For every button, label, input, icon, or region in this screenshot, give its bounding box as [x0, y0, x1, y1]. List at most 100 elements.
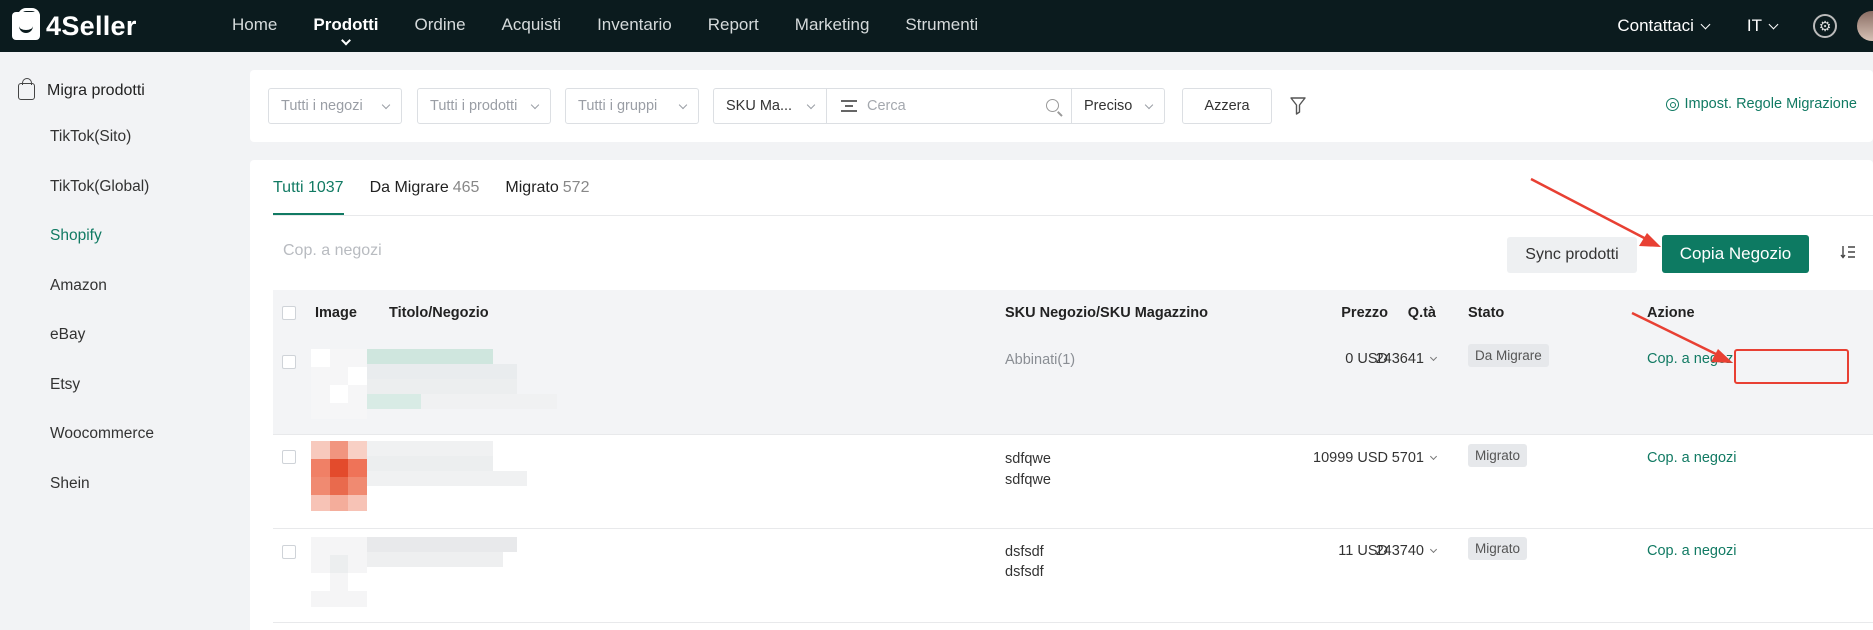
list-search-icon	[841, 100, 857, 112]
search-input[interactable]: Cerca	[826, 88, 1072, 124]
col-title: Titolo/Negozio	[389, 305, 489, 321]
chevron-down-icon	[381, 100, 391, 109]
sidebar-item-etsy[interactable]: Etsy	[0, 360, 234, 410]
sku-warehouse[interactable]: sdfqwe	[1005, 470, 1051, 491]
nav-acquisti[interactable]: Acquisti	[502, 0, 562, 52]
copy-store-button[interactable]: Copia Negozio	[1662, 235, 1809, 273]
chevron-down-icon	[530, 100, 540, 109]
quantity-dropdown[interactable]: 5701	[1336, 450, 1438, 466]
nav-inventario[interactable]: Inventario	[597, 0, 672, 52]
status-badge-label: Migrato	[1468, 537, 1528, 560]
status-badge: Da Migrare	[1468, 344, 1549, 367]
migration-rules-label: Impost. Regole Migrazione	[1684, 96, 1857, 112]
main-nav: Home Prodotti Ordine Acquisti Inventario…	[232, 0, 1014, 52]
match-mode-select[interactable]: Preciso	[1071, 88, 1165, 124]
table-header: Image Titolo/Negozio SKU Negozio/SKU Mag…	[273, 290, 1873, 337]
sidebar-item-shopify[interactable]: Shopify	[0, 211, 234, 261]
tab-da-migrare[interactable]: Da Migrare 465	[370, 160, 480, 215]
sku-warehouse[interactable]: dsfsdf	[1005, 562, 1044, 583]
chevron-down-icon	[1429, 452, 1438, 461]
sidebar-item-ebay[interactable]: eBay	[0, 310, 234, 360]
copy-to-stores-link[interactable]: Cop. a negozi	[1647, 450, 1736, 466]
brand-logo[interactable]: 4Seller	[12, 8, 202, 42]
filter-bar: Tutti i negozi Tutti i prodotti Tutti i …	[250, 70, 1873, 142]
chevron-down-icon	[806, 100, 816, 109]
row-checkbox[interactable]	[282, 355, 296, 369]
sidebar-item-amazon[interactable]: Amazon	[0, 261, 234, 311]
settings-icon	[1665, 97, 1679, 111]
chevron-down-icon	[340, 35, 351, 46]
contact-menu[interactable]: Contattaci	[1617, 16, 1711, 36]
select-all-checkbox[interactable]	[282, 306, 296, 320]
status-tabs: Tutti 1037 Da Migrare 465 Migrato 572	[273, 160, 615, 215]
product-select[interactable]: Tutti i prodotti	[417, 88, 551, 124]
migration-rules-link[interactable]: Impost. Regole Migrazione	[1665, 96, 1857, 112]
product-image[interactable]	[311, 349, 367, 419]
language-menu[interactable]: IT	[1747, 16, 1779, 36]
sku-type-select[interactable]: SKU Ma...	[713, 88, 827, 124]
nav-prodotti-label: Prodotti	[313, 15, 379, 34]
sidebar-header[interactable]: Migra prodotti	[18, 77, 234, 100]
avatar[interactable]	[1857, 11, 1873, 41]
sync-products-button[interactable]: Sync prodotti	[1507, 237, 1637, 273]
reset-button[interactable]: Azzera	[1182, 88, 1272, 124]
group-select[interactable]: Tutti i gruppi	[565, 88, 699, 124]
quantity-value: 5701	[1391, 450, 1424, 466]
tab-migrato[interactable]: Migrato 572	[505, 160, 589, 215]
product-image[interactable]	[311, 537, 367, 607]
sidebar-item-shein[interactable]: Shein	[0, 459, 234, 509]
quantity-dropdown[interactable]: 243740	[1336, 543, 1438, 559]
table-row: Abbinati(1) 0 USD 243641 Da Migrare Cop.…	[273, 337, 1873, 435]
annotation-highlight-box	[1734, 349, 1849, 384]
sidebar-item-woocommerce[interactable]: Woocommerce	[0, 409, 234, 459]
sku-store[interactable]: dsfsdf	[1005, 542, 1044, 563]
bag-icon	[18, 77, 35, 100]
product-title-blurred[interactable]	[367, 441, 557, 501]
nav-report[interactable]: Report	[708, 0, 759, 52]
col-sku: SKU Negozio/SKU Magazzino	[1005, 305, 1209, 321]
column-settings-icon[interactable]	[1840, 245, 1856, 259]
nav-ordine[interactable]: Ordine	[415, 0, 466, 52]
product-image[interactable]	[311, 441, 367, 511]
search-icon[interactable]	[1046, 99, 1059, 112]
row-checkbox[interactable]	[282, 545, 296, 559]
product-title-blurred[interactable]	[367, 537, 557, 597]
top-right-actions: Contattaci IT ⚙	[1617, 0, 1873, 52]
sidebar: Migra prodotti TikTok(Sito) TikTok(Globa…	[0, 52, 234, 630]
col-action: Azione	[1647, 305, 1695, 321]
status-badge: Migrato	[1468, 444, 1528, 467]
tab-tutti[interactable]: Tutti 1037	[273, 160, 344, 215]
gear-icon[interactable]: ⚙	[1813, 14, 1837, 38]
quantity-value: 243641	[1375, 351, 1424, 367]
sku-store[interactable]: sdfqwe	[1005, 449, 1051, 470]
table-row: dsfsdf dsfsdf 11 USD 243740 Migrato Cop.…	[273, 529, 1873, 623]
filter-icon[interactable]	[1290, 97, 1306, 115]
bulk-copy-to-stores-button[interactable]: Cop. a negozi	[283, 242, 382, 260]
tab-migrato-label: Migrato	[505, 179, 559, 196]
nav-home[interactable]: Home	[232, 0, 277, 52]
table-row: sdfqwe sdfqwe 10999 USD 5701 Migrato Cop…	[273, 435, 1873, 529]
status-badge-label: Da Migrare	[1468, 344, 1549, 367]
row-checkbox[interactable]	[282, 450, 296, 464]
col-status: Stato	[1468, 305, 1505, 321]
search-placeholder: Cerca	[867, 98, 906, 114]
sidebar-item-tiktok-global[interactable]: TikTok(Global)	[0, 162, 234, 212]
sku-store[interactable]: Abbinati(1)	[1005, 350, 1075, 371]
nav-marketing[interactable]: Marketing	[795, 0, 870, 52]
tab-tutti-count: 1037	[307, 179, 344, 196]
sidebar-item-tiktok-sito[interactable]: TikTok(Sito)	[0, 112, 234, 162]
quantity-dropdown[interactable]: 243641	[1336, 351, 1438, 367]
product-select-value: Tutti i prodotti	[430, 98, 518, 114]
nav-prodotti[interactable]: Prodotti	[313, 0, 379, 52]
copy-to-stores-link[interactable]: Cop. a negozi	[1647, 543, 1736, 559]
product-title-blurred[interactable]	[367, 349, 557, 409]
sku-type-value: SKU Ma...	[726, 98, 793, 114]
chevron-down-icon	[1144, 100, 1154, 109]
store-select[interactable]: Tutti i negozi	[268, 88, 402, 124]
status-badge-label: Migrato	[1468, 444, 1528, 467]
copy-to-stores-link[interactable]: Cop. a negozi	[1647, 351, 1736, 367]
chevron-down-icon	[678, 100, 688, 109]
top-nav-bar: 4Seller Home Prodotti Ordine Acquisti In…	[0, 0, 1873, 52]
nav-strumenti[interactable]: Strumenti	[905, 0, 978, 52]
product-list-panel: Tutti 1037 Da Migrare 465 Migrato 572 Cop.…	[250, 160, 1873, 630]
